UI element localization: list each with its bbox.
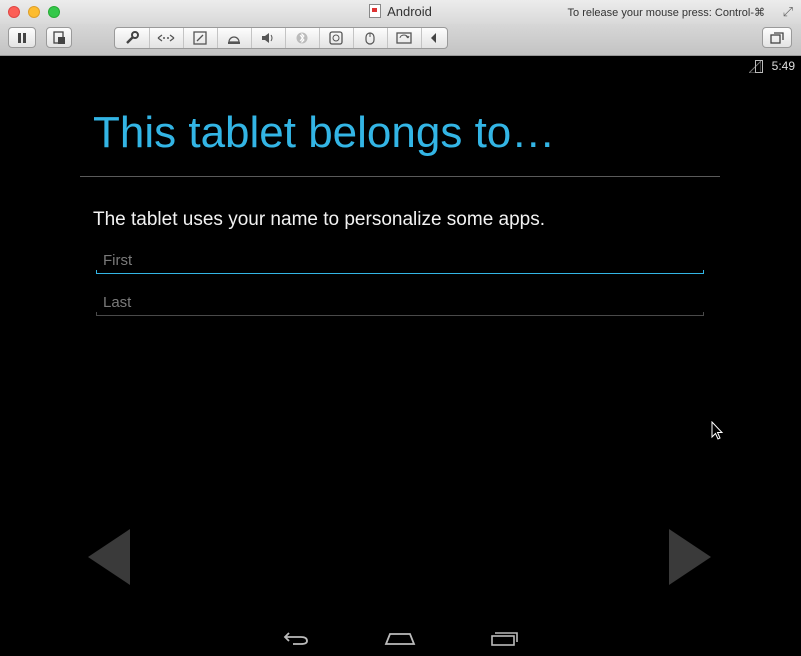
window-mode-icon: [770, 31, 784, 44]
previous-arrow-icon[interactable]: [87, 528, 131, 586]
cdrom-button[interactable]: [319, 28, 354, 48]
bluetooth-button[interactable]: [285, 28, 320, 48]
page-title: This tablet belongs to…: [93, 108, 556, 157]
mouse-cursor-icon: [711, 421, 724, 440]
pause-button[interactable]: [8, 27, 36, 48]
usb-mouse-icon: [365, 32, 375, 45]
hard-disk-icon: [193, 31, 207, 45]
title-divider: [80, 176, 720, 177]
battery-icon: [755, 60, 763, 73]
shared-folder-button[interactable]: [387, 28, 422, 48]
snapshot-button[interactable]: [46, 27, 72, 48]
shared-folder-icon: [396, 32, 412, 44]
home-button[interactable]: [380, 625, 420, 651]
last-name-field: [96, 288, 704, 316]
window-titlebar: Android To release your mouse press: Con…: [0, 0, 801, 25]
sound-icon: [262, 33, 273, 43]
back-icon: [283, 632, 308, 645]
pause-icon: [18, 32, 26, 43]
snapshot-icon: [53, 30, 65, 44]
vm-document-icon: [369, 4, 382, 18]
network-icon: [157, 34, 175, 42]
last-name-underline: [96, 312, 704, 316]
last-name-input[interactable]: [96, 288, 704, 316]
recent-apps-icon: [491, 632, 518, 646]
window-mode-button[interactable]: [762, 27, 792, 48]
next-arrow-icon[interactable]: [668, 528, 712, 586]
home-icon: [384, 633, 416, 645]
settings-wrench-icon: [126, 31, 139, 44]
collapse-arrow-icon: [431, 33, 436, 43]
cdrom-icon: [329, 31, 343, 45]
bluetooth-icon: [296, 32, 308, 44]
page-description: The tablet uses your name to personalize…: [93, 209, 546, 230]
usb-mouse-button[interactable]: [353, 28, 388, 48]
first-name-underline: [96, 270, 704, 274]
camera-button[interactable]: [217, 28, 252, 48]
recent-apps-button[interactable]: [484, 625, 524, 651]
android-screen: 5:49 This tablet belongs to… The tablet …: [0, 56, 801, 656]
hard-disk-button[interactable]: [183, 28, 218, 48]
vm-toolbar: [0, 24, 801, 56]
mouse-release-hint: To release your mouse press: Control-⌘: [567, 7, 765, 19]
device-controls: [114, 27, 448, 49]
back-button[interactable]: [276, 625, 316, 651]
sound-button[interactable]: [251, 28, 286, 48]
network-button[interactable]: [149, 28, 184, 48]
clock: 5:49: [771, 59, 795, 73]
first-name-field: [96, 246, 704, 274]
camera-icon: [228, 36, 240, 44]
first-name-input[interactable]: [96, 246, 704, 274]
collapse-toolbar-button[interactable]: [421, 28, 447, 48]
fullscreen-icon[interactable]: ⤢: [783, 4, 793, 20]
settings-button[interactable]: [115, 28, 150, 48]
system-navbar: [0, 621, 801, 656]
